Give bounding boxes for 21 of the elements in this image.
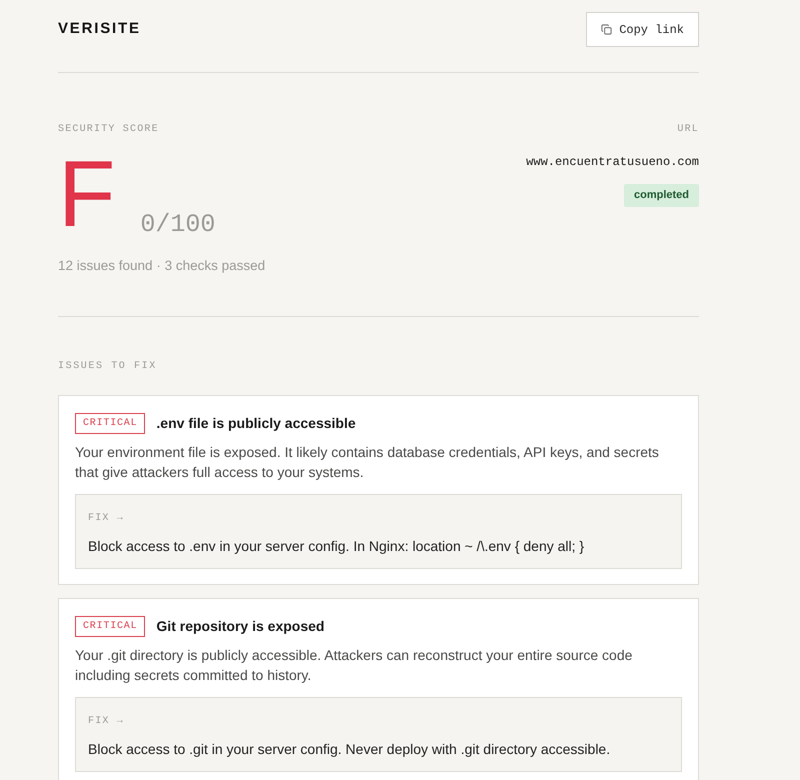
copy-icon <box>601 24 612 35</box>
section-label: ISSUES TO FIX <box>58 360 158 374</box>
section-label: SECURITY SCORE <box>58 123 160 137</box>
fix-label: FIX → <box>88 512 126 526</box>
issue-title: Git repository is exposed <box>156 617 324 636</box>
site-url: www.encuentratusueno.com <box>526 154 699 170</box>
severity-badge: CRITICAL <box>75 413 146 434</box>
url-label: URL <box>677 123 699 137</box>
issues-summary: 12 issues found · 3 checks passed <box>58 258 266 274</box>
copy-link-button[interactable]: Copy link <box>586 12 699 47</box>
fix-instructions: Block access to .git in your server config. Never deploy with .git directory accessible. <box>88 740 612 758</box>
fix-label: FIX → <box>88 715 126 729</box>
severity-badge: CRITICAL <box>75 616 146 637</box>
site-logo: VERISITE <box>58 19 141 40</box>
issue-description: Your environment file is exposed. It likely contains database credentials, API keys, and secrets that give attackers full access to your systems. <box>75 443 660 482</box>
fix-instructions: Block access to .env in your server config. In Nginx: location ~ /\.env { deny all; } <box>88 537 586 555</box>
issue-title: .env file is publicly accessible <box>156 414 356 433</box>
grade-letter: F <box>58 152 116 232</box>
status-badge: completed <box>624 184 699 207</box>
issue-description: Your .git directory is publicly accessible. Attackers can reconstruct your entire source code including secrets committed to history. <box>75 646 634 685</box>
score-value: 0/100 <box>140 212 216 238</box>
